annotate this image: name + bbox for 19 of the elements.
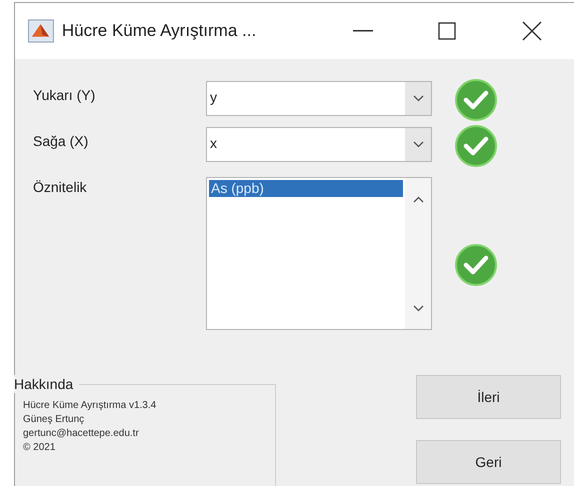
about-text: Hücre Küme Ayrıştırma v1.3.4 bbox=[23, 399, 158, 413]
action-button[interactable]: Geri bbox=[416, 440, 561, 484]
minimize-icon[interactable] bbox=[353, 30, 374, 32]
about-text: Güneş Ertunç bbox=[23, 413, 86, 427]
window-title: Hücre Küme Ayrıştırma ... bbox=[62, 20, 258, 42]
list-box[interactable]: As (ppb) bbox=[206, 177, 432, 330]
action-button[interactable]: İleri bbox=[416, 375, 561, 419]
field-label: Sağa (X) bbox=[33, 132, 90, 151]
dropdown[interactable]: y bbox=[206, 81, 432, 116]
about-text: © 2021 bbox=[23, 441, 56, 455]
field-label: Öznitelik bbox=[33, 178, 88, 197]
app-icon bbox=[28, 19, 54, 43]
group-title: Hakkında bbox=[14, 375, 80, 393]
about-text: gertunc@hacettepe.edu.tr bbox=[23, 427, 140, 441]
list-item[interactable]: As (ppb) bbox=[209, 180, 403, 197]
dropdown[interactable]: x bbox=[206, 127, 432, 162]
close-icon[interactable] bbox=[522, 21, 542, 41]
field-label: Yukarı (Y) bbox=[33, 86, 96, 105]
maximize-icon[interactable] bbox=[438, 22, 456, 40]
